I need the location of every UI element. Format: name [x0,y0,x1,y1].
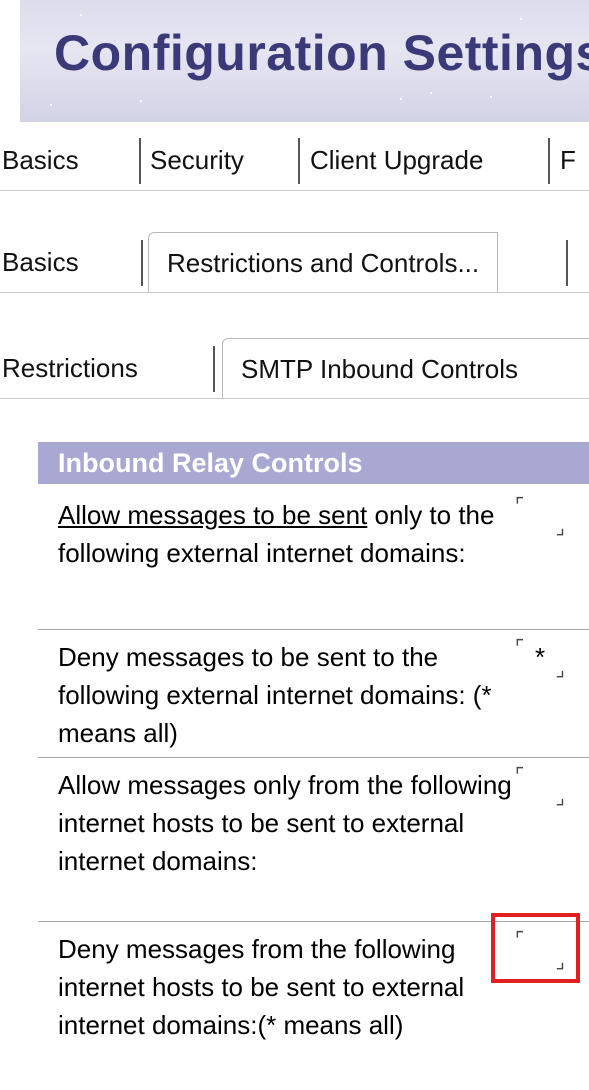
banner-decoration [80,14,82,16]
tab-restrictions-and-controls[interactable]: Restrictions and Controls... [148,232,499,292]
tab-separator [139,138,141,184]
field-close-bracket-icon: ⌟ [555,787,565,809]
setting-label: Allow messages only from the following i… [58,770,512,876]
setting-label: Allow messages to be sent only to the fo… [58,496,518,572]
tab-truncated[interactable]: F [560,130,576,190]
field-value: * [535,642,546,672]
tab-row-main: Basics Security Client Upgrade F [0,130,589,191]
tab-row-detail: Restrictions SMTP Inbound Controls [0,338,589,399]
banner-decoration [430,92,432,94]
tab-separator [141,240,143,286]
text-field-allow-domains[interactable]: ⌜ ⌟ [515,495,577,539]
tab-separator [213,346,215,392]
tab-row-sub: Basics Restrictions and Controls... [0,232,589,293]
setting-label: Deny messages from the following interne… [58,934,465,1040]
page-title: Configuration Settings [54,25,589,81]
setting-row-allow-domains: Allow messages to be sent only to the fo… [38,488,589,630]
tab-smtp-inbound-controls[interactable]: SMTP Inbound Controls [222,338,589,398]
field-open-bracket-icon: ⌜ [515,765,525,787]
tab-client-upgrade[interactable]: Client Upgrade [310,130,483,190]
section-header-inbound-relay: Inbound Relay Controls [38,442,589,484]
text-field-deny-domains[interactable]: ⌜ * ⌟ [515,637,577,681]
text-field-allow-hosts[interactable]: ⌜ ⌟ [515,765,577,809]
tab-restrictions[interactable]: Restrictions [2,338,138,398]
field-close-bracket-icon: ⌟ [555,517,565,539]
header-banner: Configuration Settings [20,0,589,122]
banner-decoration [50,104,52,106]
tab-basics[interactable]: Basics [2,130,79,190]
tab-security[interactable]: Security [150,130,244,190]
tab-basics-sub[interactable]: Basics [2,232,79,292]
banner-decoration [140,100,142,102]
highlight-box [491,913,580,983]
setting-row-deny-domains: Deny messages to be sent to the followin… [38,630,589,758]
tab-separator [566,240,568,286]
banner-decoration [400,98,402,100]
tab-separator [298,138,300,184]
field-open-bracket-icon: ⌜ [515,637,525,659]
tab-separator [548,138,550,184]
banner-decoration [490,96,492,98]
field-close-bracket-icon: ⌟ [555,659,565,681]
setting-label: Deny messages to be sent to the followin… [58,642,492,748]
setting-row-allow-hosts: Allow messages only from the following i… [38,758,589,922]
banner-decoration [520,18,522,20]
help-link[interactable]: Allow messages to be sent [58,500,367,530]
field-open-bracket-icon: ⌜ [515,495,525,517]
